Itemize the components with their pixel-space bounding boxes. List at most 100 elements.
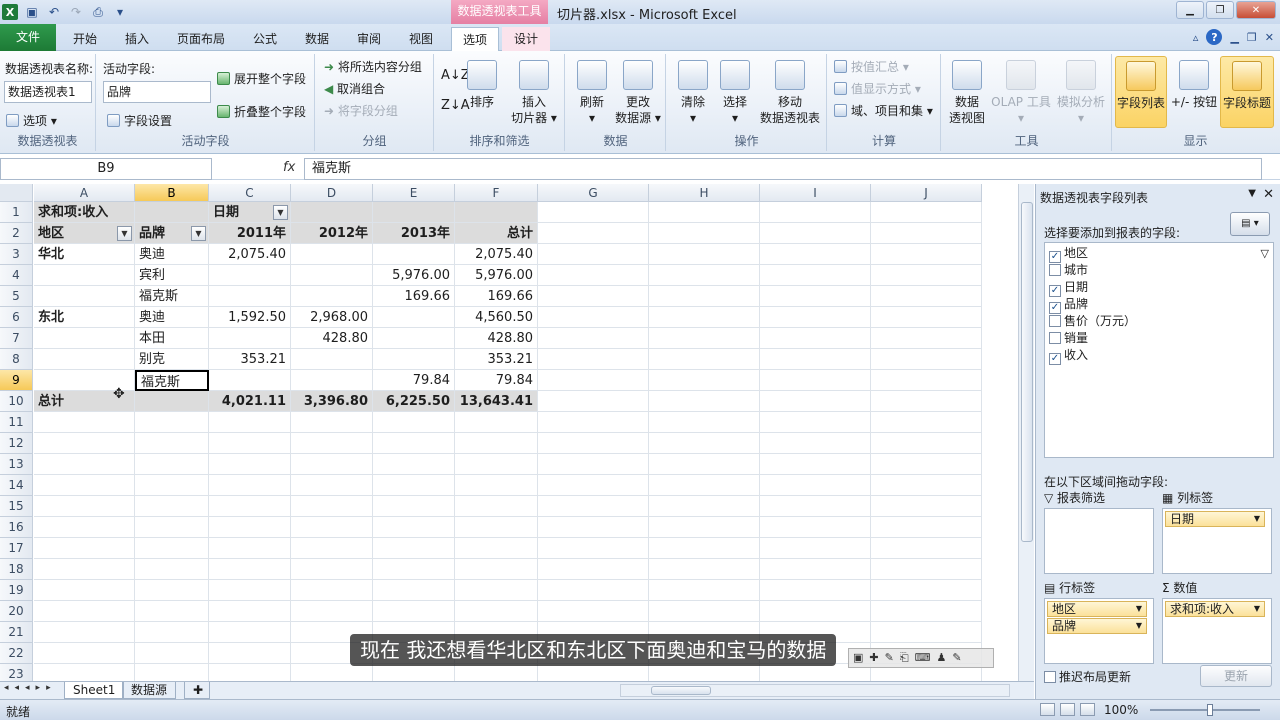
grid-cell[interactable] (760, 265, 871, 286)
grid-cell[interactable]: 13,643.41 (455, 391, 538, 412)
grid-cell[interactable] (649, 517, 760, 538)
grid-cell[interactable]: 4,021.11 (209, 391, 291, 412)
field-list-item[interactable]: ✓ 日期 (1049, 279, 1088, 297)
ungroup-button[interactable]: ◀ 取消组合 (324, 80, 385, 97)
grid-cell[interactable] (871, 454, 982, 475)
grid-cell[interactable] (760, 391, 871, 412)
grid-cell[interactable] (209, 370, 291, 391)
grid-cell[interactable] (455, 601, 538, 622)
row-header[interactable]: 4 (0, 265, 33, 286)
grid-cell[interactable] (649, 202, 760, 223)
group-field-button[interactable]: ➜ 将字段分组 (324, 102, 398, 119)
grid-cell[interactable] (538, 328, 649, 349)
grid-cell[interactable] (373, 307, 455, 328)
grid-cell[interactable] (871, 601, 982, 622)
active-field-input[interactable]: 品牌 (103, 81, 211, 103)
grid-cell[interactable] (373, 580, 455, 601)
doc-close-icon[interactable]: ✕ (1265, 31, 1274, 44)
grid-cell[interactable] (291, 475, 373, 496)
options-button[interactable]: 选项 ▾ (6, 112, 57, 129)
grid-cell[interactable]: 353.21 (455, 349, 538, 370)
grid-cell[interactable] (455, 559, 538, 580)
grid-cell[interactable] (871, 517, 982, 538)
olap-tools-button[interactable]: OLAP 工具 ▾ (990, 60, 1052, 126)
grid-cell[interactable] (373, 559, 455, 580)
grid-cell[interactable] (649, 454, 760, 475)
grid-cell[interactable]: 5,976.00 (373, 265, 455, 286)
grid-cell[interactable] (209, 580, 291, 601)
row-header[interactable]: 2 (0, 223, 33, 244)
grid-cell[interactable] (291, 202, 373, 223)
grid-cell[interactable] (291, 559, 373, 580)
grid-cell[interactable] (871, 538, 982, 559)
grid-cell[interactable] (373, 664, 455, 681)
grid-cell[interactable]: 求和项:收入 (34, 202, 135, 223)
field-list-button[interactable]: 字段列表 (1115, 56, 1167, 128)
grid-cell[interactable]: 3,396.80 (291, 391, 373, 412)
grid-cell[interactable] (538, 349, 649, 370)
column-header[interactable]: J (871, 184, 982, 202)
grid-cell[interactable] (135, 538, 209, 559)
tab-data[interactable]: 数据 (294, 27, 340, 51)
field-list-item[interactable]: ✓ 品牌 (1049, 296, 1088, 314)
grid-cell[interactable] (538, 286, 649, 307)
grid-cell[interactable] (455, 454, 538, 475)
change-source-button[interactable]: 更改 数据源 ▾ (614, 60, 662, 126)
grid-cell[interactable] (291, 664, 373, 681)
grid-cell[interactable] (209, 538, 291, 559)
grid-cell[interactable]: 福克斯 (135, 286, 209, 307)
grid-cell[interactable] (135, 664, 209, 681)
grid-cell[interactable]: 1,592.50 (209, 307, 291, 328)
date-filter-dropdown[interactable]: ▼ (273, 205, 288, 220)
grid-cell[interactable] (209, 496, 291, 517)
grid-cell[interactable] (538, 559, 649, 580)
grid-cell[interactable] (209, 433, 291, 454)
grid-cell[interactable] (135, 643, 209, 664)
restore-icon[interactable]: ❐ (1206, 1, 1234, 19)
grid-cell[interactable] (760, 433, 871, 454)
row-field-chip-brand[interactable]: 品牌 ▼ (1047, 618, 1147, 634)
grid-cell[interactable] (538, 391, 649, 412)
checkbox[interactable] (1049, 315, 1061, 327)
grid-cell[interactable] (649, 349, 760, 370)
grid-cell[interactable] (871, 265, 982, 286)
grid-cell[interactable] (135, 391, 209, 412)
grid-cell[interactable] (649, 664, 760, 681)
row-header[interactable]: 22 (0, 643, 33, 664)
save-icon[interactable]: ▣ (24, 4, 40, 20)
grid-cell[interactable] (373, 202, 455, 223)
minimize-ribbon-icon[interactable]: ▵ (1193, 31, 1199, 44)
report-filter-area[interactable] (1044, 508, 1154, 574)
grid-cell[interactable] (135, 433, 209, 454)
grid-cell[interactable] (34, 580, 135, 601)
row-header[interactable]: 19 (0, 580, 33, 601)
tab-options[interactable]: 选项 (451, 27, 499, 52)
row-header[interactable]: 11 (0, 412, 33, 433)
grid-cell[interactable] (538, 265, 649, 286)
grid-cell[interactable] (760, 538, 871, 559)
row-header[interactable]: 9 (0, 370, 33, 391)
grid-cell[interactable] (649, 496, 760, 517)
grid-cell[interactable] (455, 580, 538, 601)
grid-cell[interactable] (538, 307, 649, 328)
grid-cell[interactable]: 4,560.50 (455, 307, 538, 328)
grid-cell[interactable] (291, 412, 373, 433)
grid-cell[interactable]: 5,976.00 (455, 265, 538, 286)
select-all-corner[interactable] (0, 184, 33, 202)
grid-cell[interactable] (649, 328, 760, 349)
field-list-item[interactable]: ✓ 地区 (1049, 245, 1088, 263)
grid-cell[interactable]: 2013年 (373, 223, 455, 244)
grid-cell[interactable] (760, 328, 871, 349)
brand-filter-dropdown[interactable]: ▼ (191, 226, 206, 241)
grid-cell[interactable] (649, 223, 760, 244)
column-field-chip[interactable]: 日期 ▼ (1165, 511, 1265, 527)
column-header[interactable]: E (373, 184, 455, 202)
grid-cell[interactable] (871, 328, 982, 349)
grid-cell[interactable]: 总计 (455, 223, 538, 244)
group-selection-button[interactable]: ➜ 将所选内容分组 (324, 58, 422, 75)
checkbox[interactable] (1044, 671, 1056, 683)
column-header[interactable]: F (455, 184, 538, 202)
grid-cell[interactable] (373, 454, 455, 475)
zoom-level[interactable]: 100% (1104, 703, 1138, 717)
column-header[interactable]: A (34, 184, 135, 202)
